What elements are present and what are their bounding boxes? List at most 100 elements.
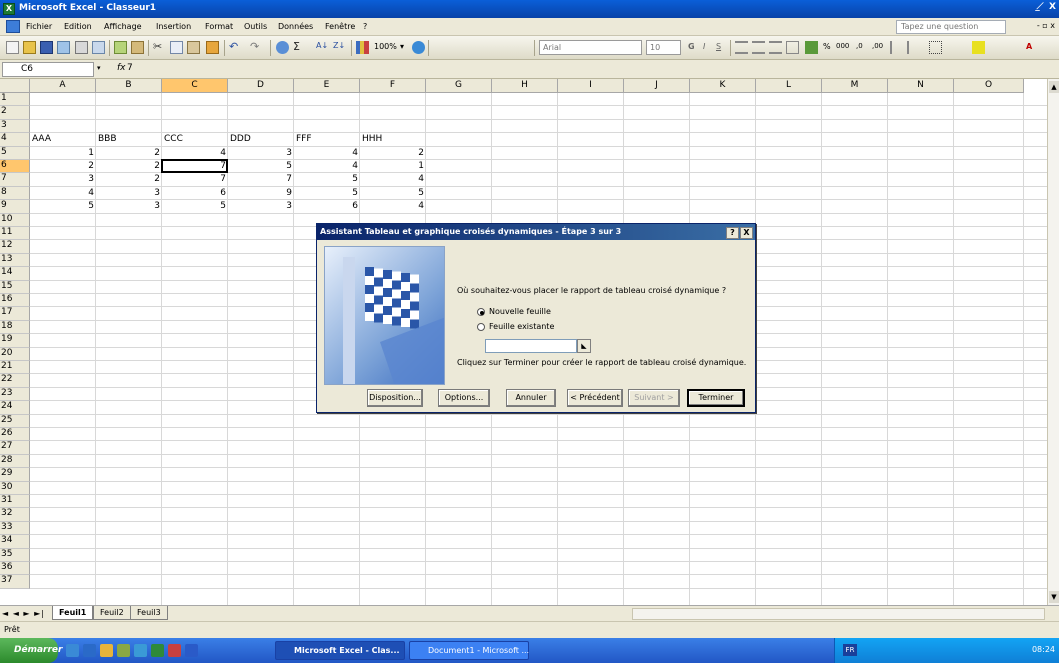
paste-icon[interactable] xyxy=(187,41,200,54)
cell-value[interactable]: 5 xyxy=(162,201,228,212)
zoom-level[interactable]: 100% xyxy=(374,42,397,51)
percent-style-icon[interactable]: % xyxy=(823,42,831,51)
row-header-3[interactable]: 3 xyxy=(0,119,30,134)
research-icon[interactable] xyxy=(131,41,144,54)
media-icon[interactable] xyxy=(117,644,130,657)
row-header-7[interactable]: 7 xyxy=(0,173,30,187)
column-header-m[interactable]: M xyxy=(822,79,888,93)
cell-value[interactable]: 5 xyxy=(294,188,360,199)
row-header-28[interactable]: 28 xyxy=(0,454,30,469)
help-icon[interactable] xyxy=(412,41,425,54)
column-header-i[interactable]: I xyxy=(558,79,624,93)
tab-feuil1[interactable]: Feuil1 xyxy=(52,606,94,620)
row-header-30[interactable]: 30 xyxy=(0,481,30,495)
powerpoint-quicklaunch-icon[interactable] xyxy=(168,644,181,657)
column-header-d[interactable]: D xyxy=(228,79,294,93)
cell-value[interactable]: 2 xyxy=(96,161,162,172)
copy-icon[interactable] xyxy=(170,41,183,54)
tab-feuil3[interactable]: Feuil3 xyxy=(130,606,168,620)
chart-wizard-icon[interactable] xyxy=(356,41,369,54)
cell-value[interactable]: 2 xyxy=(360,148,426,159)
cell-value[interactable]: 3 xyxy=(228,148,294,159)
word-quicklaunch-icon[interactable] xyxy=(185,644,198,657)
cell-header[interactable]: HHH xyxy=(360,134,426,145)
excel-quicklaunch-icon[interactable] xyxy=(151,644,164,657)
cut-icon[interactable]: ✂ xyxy=(153,41,166,54)
cell-value[interactable]: 6 xyxy=(294,201,360,212)
cell-value[interactable]: 4 xyxy=(162,148,228,159)
column-header-b[interactable]: B xyxy=(96,79,162,93)
row-header-22[interactable]: 22 xyxy=(0,374,30,388)
zoom-dropdown-icon[interactable]: ▾ xyxy=(400,42,404,51)
row-header-13[interactable]: 13 xyxy=(0,253,30,268)
scroll-down-icon[interactable]: ▼ xyxy=(1049,591,1059,603)
cell-value[interactable]: 4 xyxy=(294,148,360,159)
taskbar-word[interactable]: Document1 - Microsoft ... xyxy=(409,641,529,660)
row-header-31[interactable]: 31 xyxy=(0,495,30,509)
menu-format[interactable]: Format xyxy=(205,22,233,31)
print-preview-icon[interactable] xyxy=(92,41,105,54)
row-header-20[interactable]: 20 xyxy=(0,347,30,361)
row-header-5[interactable]: 5 xyxy=(0,146,30,160)
document-window-controls[interactable]: - ▫ x xyxy=(1037,21,1055,30)
column-header-c[interactable]: C xyxy=(162,79,228,93)
name-box[interactable]: C6 xyxy=(2,62,94,77)
fill-color-icon[interactable] xyxy=(972,41,985,54)
radio-new-sheet[interactable] xyxy=(477,308,485,316)
menu-fenetre[interactable]: Fenêtre xyxy=(325,22,355,31)
previous-button[interactable]: < Précédent xyxy=(567,389,623,407)
new-icon[interactable] xyxy=(6,41,19,54)
font-color-icon[interactable]: A xyxy=(1026,42,1032,51)
menu-donnees[interactable]: Données xyxy=(278,22,313,31)
column-header-n[interactable]: N xyxy=(888,79,954,93)
cell-value[interactable]: 5 xyxy=(228,161,294,172)
font-size-select[interactable]: 10 xyxy=(646,40,681,55)
open-icon[interactable] xyxy=(23,41,36,54)
sort-descending-icon[interactable]: Z↓ xyxy=(333,41,346,54)
align-right-icon[interactable] xyxy=(769,41,782,54)
row-header-29[interactable]: 29 xyxy=(0,468,30,482)
row-header-11[interactable]: 11 xyxy=(0,227,30,241)
column-header-l[interactable]: L xyxy=(756,79,822,93)
menu-insertion[interactable]: Insertion xyxy=(156,22,191,31)
redo-icon[interactable]: ↷ xyxy=(250,41,263,54)
row-header-23[interactable]: 23 xyxy=(0,387,30,402)
cell-value[interactable]: 4 xyxy=(30,188,96,199)
row-header-26[interactable]: 26 xyxy=(0,428,30,442)
language-indicator[interactable]: FR xyxy=(843,644,857,656)
comma-style-icon[interactable]: 000 xyxy=(836,42,849,50)
cell-value[interactable]: 4 xyxy=(294,161,360,172)
vertical-scrollbar[interactable]: ▲ ▼ xyxy=(1047,79,1059,605)
font-name-select[interactable]: Arial xyxy=(539,40,642,55)
column-header-k[interactable]: K xyxy=(690,79,756,93)
row-header-10[interactable]: 10 xyxy=(0,213,30,227)
cell-value[interactable]: 5 xyxy=(294,174,360,185)
sheet-navigation[interactable]: ◄ ◄ ► ►| xyxy=(2,609,45,618)
row-header-35[interactable]: 35 xyxy=(0,548,30,562)
row-header-12[interactable]: 12 xyxy=(0,240,30,254)
row-header-21[interactable]: 21 xyxy=(0,361,30,375)
ie-icon[interactable] xyxy=(66,644,79,657)
label-existing-sheet[interactable]: Feuille existante xyxy=(489,322,554,331)
row-header-14[interactable]: 14 xyxy=(0,267,30,281)
column-header-h[interactable]: H xyxy=(492,79,558,93)
column-header-j[interactable]: J xyxy=(624,79,690,93)
autosum-icon[interactable]: Σ xyxy=(293,41,306,54)
row-header-33[interactable]: 33 xyxy=(0,521,30,536)
collapse-dialog-icon[interactable]: ◣ xyxy=(577,339,591,353)
row-header-32[interactable]: 32 xyxy=(0,508,30,522)
column-header-a[interactable]: A xyxy=(30,79,96,93)
menu-fichier[interactable]: Fichier xyxy=(26,22,52,31)
cell-value[interactable]: 4 xyxy=(360,174,426,185)
cell-value[interactable]: 7 xyxy=(228,174,294,185)
outlook-icon[interactable] xyxy=(83,644,96,657)
cell-header[interactable]: BBB xyxy=(96,134,162,145)
range-input[interactable] xyxy=(485,339,577,353)
scroll-up-icon[interactable]: ▲ xyxy=(1049,81,1059,93)
row-header-9[interactable]: 9 xyxy=(0,200,30,214)
options-button[interactable]: Options... xyxy=(438,389,490,407)
cell-header[interactable]: FFF xyxy=(294,134,360,145)
format-painter-icon[interactable] xyxy=(206,41,219,54)
column-header-e[interactable]: E xyxy=(294,79,360,93)
row-header-36[interactable]: 36 xyxy=(0,562,30,576)
